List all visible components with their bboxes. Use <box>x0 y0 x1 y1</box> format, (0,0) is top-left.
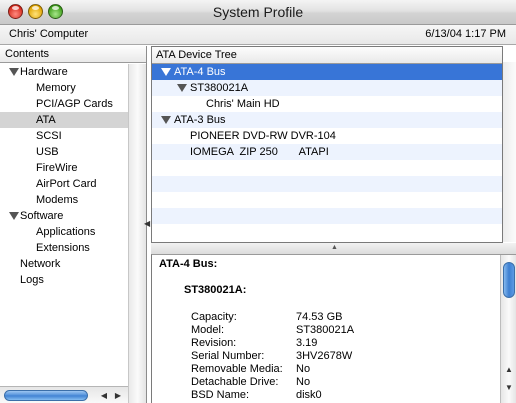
property-label: BSD Name: <box>191 389 250 401</box>
computer-name: Chris' Computer <box>9 28 89 40</box>
property-value: No <box>296 363 311 375</box>
tree-row-ata-3-bus[interactable]: ATA-3 Bus <box>152 112 502 128</box>
tree-row-empty <box>152 176 502 192</box>
sidebar-scroll-thumb[interactable] <box>4 390 88 401</box>
contents-sidebar: Contents Hardware Memory PCI/AGP Cards A… <box>0 46 147 403</box>
sidebar-horizontal-scrollbar[interactable]: ◀ ▶ <box>0 386 128 403</box>
contents-list: Hardware Memory PCI/AGP Cards ATA SCSI U… <box>0 64 128 288</box>
sidebar-item-firewire[interactable]: FireWire <box>0 160 128 176</box>
scroll-right-icon[interactable]: ▶ <box>112 389 124 402</box>
tree-row-empty <box>152 192 502 208</box>
tree-row-iomega-zip[interactable]: IOMEGA ZIP 250 ATAPI <box>152 144 502 160</box>
scroll-down-icon[interactable]: ▼ <box>503 383 515 395</box>
info-bar: Chris' Computer 6/13/04 1:17 PM <box>0 25 516 45</box>
detail-bus-title: ATA-4 Bus: <box>159 258 218 270</box>
property-label: Model: <box>191 324 225 336</box>
property-label: Capacity: <box>191 311 237 323</box>
sidebar-item-pci-agp-cards[interactable]: PCI/AGP Cards <box>0 96 128 112</box>
sidebar-item-modems[interactable]: Modems <box>0 192 128 208</box>
sidebar-item-software[interactable]: Software <box>0 208 128 224</box>
disclosure-triangle-icon[interactable] <box>161 68 171 76</box>
property-label: Serial Number: <box>191 350 265 362</box>
window-title: System Profile <box>212 4 304 20</box>
property-value: 74.53 GB <box>296 311 343 323</box>
sidebar-item-ata[interactable]: ATA <box>0 112 128 128</box>
tree-row-empty <box>152 224 502 240</box>
detail-device-title: ST380021A: <box>184 284 247 296</box>
disclosure-triangle-icon[interactable] <box>177 84 187 92</box>
device-tree-rows: ATA-4 Bus ST380021A Chris' Main HD ATA-3… <box>152 64 502 240</box>
disclosure-triangle-icon[interactable] <box>9 212 19 220</box>
disclosure-triangle-icon[interactable] <box>161 116 171 124</box>
property-value: ST380021A <box>296 324 355 336</box>
scroll-up-icon[interactable]: ▲ <box>503 365 515 377</box>
sidebar-vertical-scrollbar[interactable] <box>128 64 146 403</box>
sidebar-item-airport-card[interactable]: AirPort Card <box>0 176 128 192</box>
details-scrollbar[interactable]: ▲ ▼ <box>500 255 516 403</box>
contents-header: Contents <box>0 46 146 63</box>
sidebar-collapse-icon[interactable]: ◀ <box>144 219 150 228</box>
sidebar-item-network[interactable]: Network <box>0 256 128 272</box>
sidebar-item-extensions[interactable]: Extensions <box>0 240 128 256</box>
scroll-left-icon[interactable]: ◀ <box>98 389 110 402</box>
device-tree: ATA Device Tree ATA-4 Bus ST380021A Chri… <box>151 46 503 243</box>
sidebar-item-usb[interactable]: USB <box>0 144 128 160</box>
property-value: No <box>296 376 311 388</box>
sidebar-item-scsi[interactable]: SCSI <box>0 128 128 144</box>
property-label: Detachable Drive: <box>191 376 279 388</box>
device-tree-scrollbar[interactable] <box>503 62 516 242</box>
report-datetime: 6/13/04 1:17 PM <box>425 28 506 40</box>
property-label: Removable Media: <box>191 363 283 375</box>
property-value: 3.19 <box>296 337 318 349</box>
tree-row-ata-4-bus[interactable]: ATA-4 Bus <box>152 64 502 80</box>
details-scroll-thumb[interactable] <box>503 262 515 298</box>
tree-row-empty <box>152 208 502 224</box>
sidebar-item-logs[interactable]: Logs <box>0 272 128 288</box>
disclosure-triangle-icon[interactable] <box>9 68 19 76</box>
tree-row-chris-main-hd[interactable]: Chris' Main HD <box>152 96 502 112</box>
property-value: 3HV2678W <box>296 350 353 362</box>
sidebar-item-applications[interactable]: Applications <box>0 224 128 240</box>
device-tree-header: ATA Device Tree <box>152 47 502 64</box>
pane-splitter[interactable]: ▲ <box>151 243 516 254</box>
title-bar: System Profile <box>0 0 516 25</box>
sidebar-item-hardware[interactable]: Hardware <box>0 64 128 80</box>
property-value: disk0 <box>296 389 322 401</box>
device-details: ATA-4 Bus: ST380021A: Capacity: 74.53 GB… <box>151 254 516 403</box>
splitter-handle-icon[interactable]: ▲ <box>331 244 338 251</box>
property-label: Revision: <box>191 337 237 349</box>
sidebar-item-memory[interactable]: Memory <box>0 80 128 96</box>
tree-row-empty <box>152 160 502 176</box>
tree-row-st380021a[interactable]: ST380021A <box>152 80 502 96</box>
tree-row-pioneer-dvd[interactable]: PIONEER DVD-RW DVR-104 <box>152 128 502 144</box>
